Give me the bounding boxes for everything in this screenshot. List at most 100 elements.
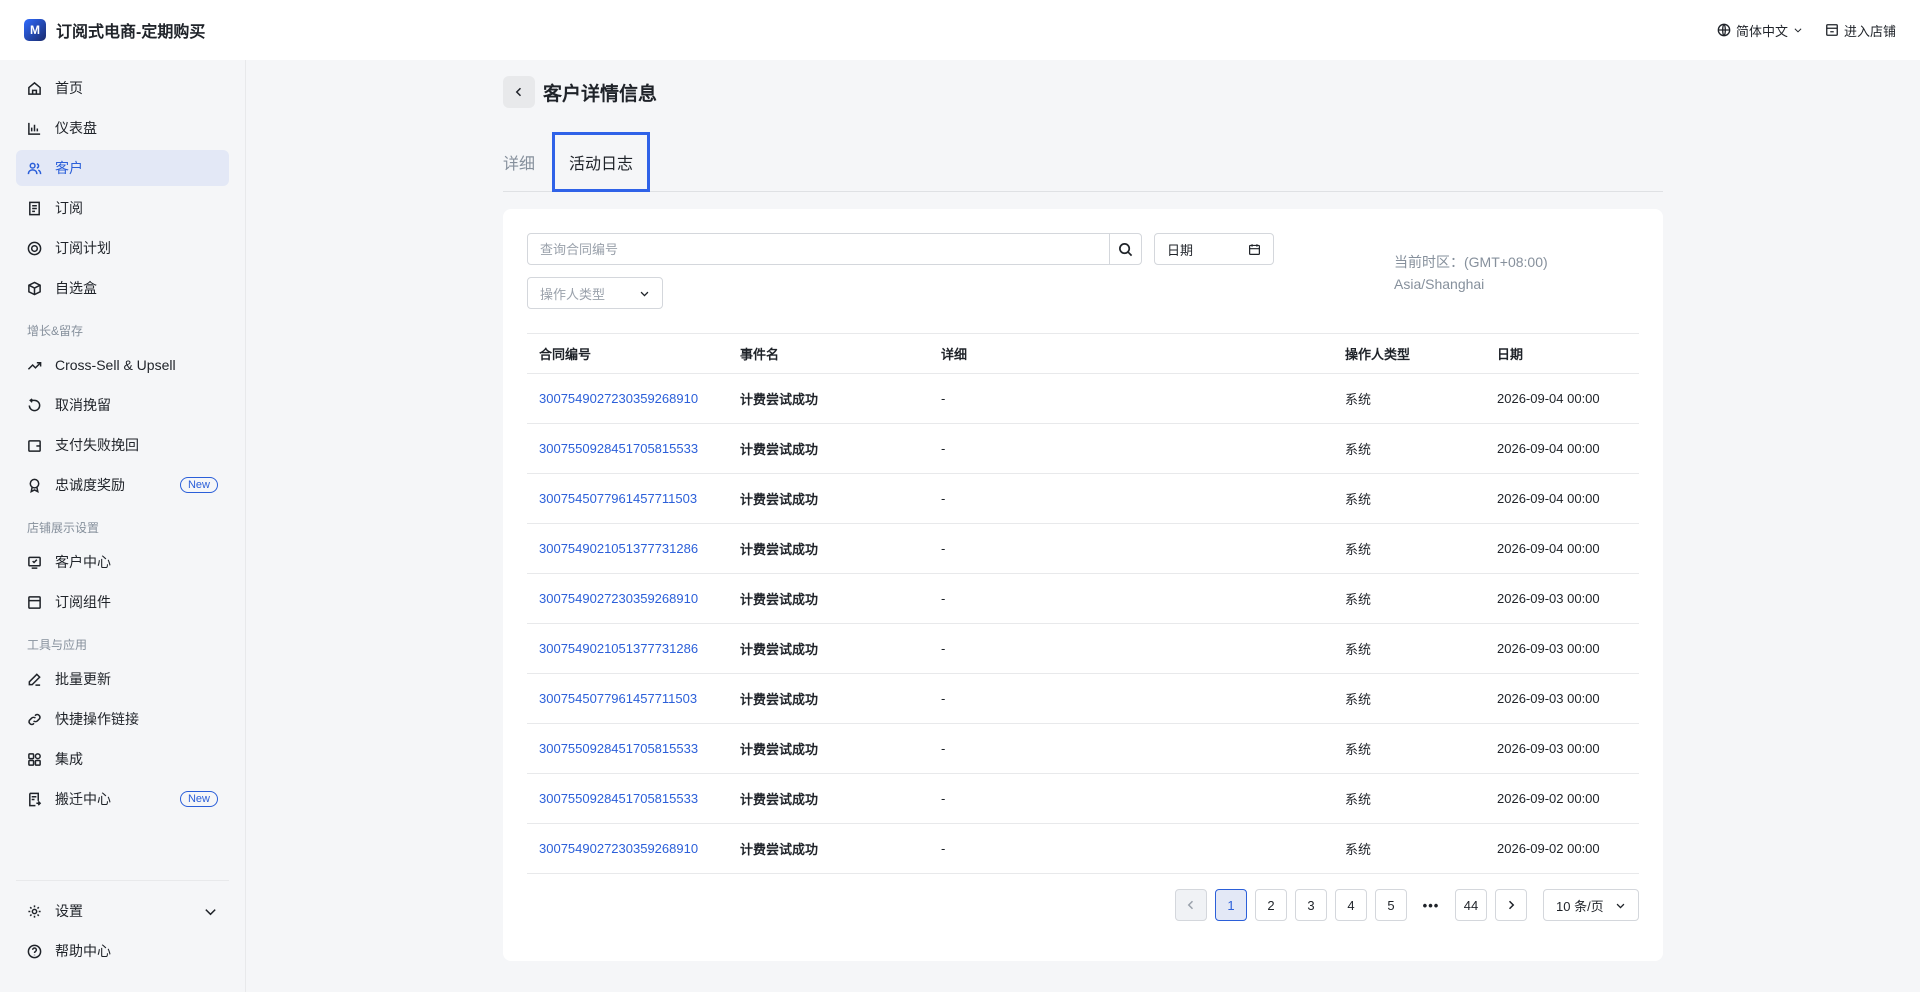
help-icon	[27, 944, 42, 958]
operator-type-cell: 系统	[1333, 423, 1485, 474]
sidebar-item-label: 客户	[55, 160, 83, 176]
page-button[interactable]: 2	[1255, 889, 1287, 921]
contract-number-link[interactable]: 3007545077961457711503	[539, 691, 697, 706]
date-cell: 2026-09-03 00:00	[1485, 723, 1639, 774]
box-icon	[28, 281, 41, 295]
date-cell: 2026-09-02 00:00	[1485, 773, 1639, 824]
sidebar-item-help[interactable]: 帮助中心	[16, 933, 229, 969]
date-cell: 2026-09-03 00:00	[1485, 673, 1639, 724]
plan-icon	[27, 241, 42, 255]
app-logo-icon: M	[24, 19, 46, 41]
operator-type-placeholder: 操作人类型	[540, 286, 606, 302]
sidebar-item-label: 仪表盘	[55, 120, 97, 136]
detail-cell: -	[929, 823, 1333, 874]
search-box	[527, 233, 1142, 265]
sidebar-item-label: 订阅	[55, 200, 83, 216]
prev-page-button[interactable]	[1175, 889, 1207, 921]
sidebar-item-bulk-update[interactable]: 批量更新	[16, 661, 229, 697]
contract-number-link[interactable]: 3007549021051377731286	[539, 541, 698, 556]
table-row: 3007549021051377731286 计费尝试成功 - 系统 2026-09-0…	[527, 623, 1639, 674]
detail-cell: -	[929, 423, 1333, 474]
contract-number-link[interactable]: 3007549021051377731286	[539, 641, 698, 656]
sidebar-item-dashboard[interactable]: 仪表盘	[16, 110, 229, 146]
gear-icon	[28, 904, 41, 918]
sidebar-item-build-box[interactable]: 自选盒	[16, 270, 229, 306]
sidebar-item-settings[interactable]: 设置	[16, 893, 229, 929]
date-cell: 2026-09-03 00:00	[1485, 573, 1639, 624]
date-cell: 2026-09-04 00:00	[1485, 423, 1639, 474]
sidebar-item-label: 客户中心	[55, 554, 111, 570]
portal-icon	[28, 556, 41, 569]
table-row: 300754902723035926891​0 计费尝试成功 - 系统 2026-09-…	[527, 373, 1639, 424]
page-button[interactable]: 1	[1215, 889, 1247, 921]
page-size-select[interactable]: 10 条/页	[1543, 889, 1639, 921]
sidebar-item-cancel-retention[interactable]: 取消挽留	[16, 387, 229, 423]
sidebar-item-quick-links[interactable]: 快捷操作链接	[16, 701, 229, 737]
sidebar-item-customer-portal[interactable]: 客户中心	[16, 544, 229, 580]
page-button[interactable]: 4	[1335, 889, 1367, 921]
sidebar-item-label: Cross-Sell & Upsell	[55, 357, 176, 373]
operator-type-cell: 系统	[1333, 523, 1485, 574]
sidebar-item-subscriptions[interactable]: 订阅	[16, 190, 229, 226]
users-icon	[27, 162, 42, 174]
contract-number-link[interactable]: 3007545077961457711503	[539, 491, 697, 506]
next-page-button[interactable]	[1495, 889, 1527, 921]
contract-number-link[interactable]: 3007549027230359268910	[539, 841, 698, 856]
detail-cell: -	[929, 373, 1333, 424]
contract-number-link[interactable]: 300754902723035926891​0	[539, 391, 698, 406]
page-button[interactable]: 5	[1375, 889, 1407, 921]
sidebar-item-label: 订阅组件	[55, 594, 111, 610]
operator-type-cell: 系统	[1333, 823, 1485, 874]
enter-store-button[interactable]: 进入店铺	[1825, 21, 1896, 40]
timezone-info: 当前时区：(GMT+08:00) Asia/Shanghai	[1394, 251, 1548, 295]
sidebar-item-plans[interactable]: 订阅计划	[16, 230, 229, 266]
contract-number-cell: 300754902723035926891​0	[527, 373, 728, 424]
sidebar-item-migration[interactable]: 搬迁中心 New	[16, 781, 229, 817]
contract-number-link[interactable]: 3007550928451705815533	[539, 441, 698, 456]
contract-number-link[interactable]: 3007549027230359268910	[539, 591, 698, 606]
sidebar-item-customers[interactable]: 客户	[16, 150, 229, 186]
event-name-cell: 计费尝试成功	[728, 673, 929, 724]
sidebar-item-label: 订阅计划	[55, 240, 111, 256]
section-label-growth: 增长&留存	[27, 324, 84, 338]
sidebar-item-loyalty[interactable]: 忠诚度奖励 New	[16, 467, 229, 503]
new-badge: New	[179, 477, 218, 493]
language-switcher[interactable]: 简体中文	[1717, 21, 1803, 40]
contract-number-link[interactable]: 3007550928451705815533	[539, 741, 698, 756]
sidebar: 首页 仪表盘 客户 订阅 订阅计划 自选盒 增长&留存 Cross-Sell &…	[0, 60, 246, 992]
date-picker[interactable]: 日期	[1154, 233, 1274, 265]
sidebar-item-widget[interactable]: 订阅组件	[16, 584, 229, 620]
sidebar-item-integrations[interactable]: 集成	[16, 741, 229, 777]
sidebar-bottom: 设置 帮助中心	[16, 880, 229, 992]
main-content: 客户详情信息 详细 活动日志 日期 操作人类型 当前时区：(GMT+08:00)	[503, 60, 1663, 961]
operator-type-select[interactable]: 操作人类型	[527, 277, 663, 309]
column-header-operator: 操作人类型	[1333, 333, 1485, 374]
apps-icon	[28, 752, 41, 766]
sidebar-item-home[interactable]: 首页	[16, 70, 229, 106]
contract-number-cell: 3007549027230359268910	[527, 573, 728, 624]
page-ellipsis[interactable]: •••	[1415, 889, 1447, 921]
tab-bar: 详细 活动日志	[503, 132, 1663, 192]
event-name-cell: 计费尝试成功	[728, 823, 929, 874]
sidebar-item-cross-sell[interactable]: Cross-Sell & Upsell	[16, 347, 229, 383]
date-cell: 2026-09-03 00:00	[1485, 623, 1639, 674]
page-button[interactable]: 3	[1295, 889, 1327, 921]
date-cell: 2026-09-02 00:00	[1485, 823, 1639, 874]
search-button[interactable]	[1109, 234, 1141, 264]
table-row: 3007545077961457711503 计费尝试成功 - 系统 2026-09-0…	[527, 473, 1639, 524]
sidebar-item-label: 帮助中心	[55, 943, 111, 959]
back-button[interactable]	[503, 76, 535, 108]
sidebar-item-payment-recovery[interactable]: 支付失败挽回	[16, 427, 229, 463]
contract-number-link[interactable]: 3007550928451705815533	[539, 791, 698, 806]
tab-details[interactable]: 详细	[503, 132, 552, 191]
event-name-cell: 计费尝试成功	[728, 373, 929, 424]
detail-cell: -	[929, 723, 1333, 774]
tab-activity-log[interactable]: 活动日志	[552, 132, 651, 192]
page-button-last[interactable]: 44	[1455, 889, 1487, 921]
section-label-tools: 工具与应用	[27, 638, 88, 652]
search-input[interactable]	[528, 234, 1109, 264]
activity-log-card: 日期 操作人类型 当前时区：(GMT+08:00) Asia/Shanghai …	[503, 209, 1663, 961]
contract-number-cell: 3007549021051377731286	[527, 623, 728, 674]
table-row: 3007550928451705815533 计费尝试成功 - 系统 2026-09-0…	[527, 773, 1639, 824]
table-row: 3007549027230359268910 计费尝试成功 - 系统 2026-09-0…	[527, 823, 1639, 874]
